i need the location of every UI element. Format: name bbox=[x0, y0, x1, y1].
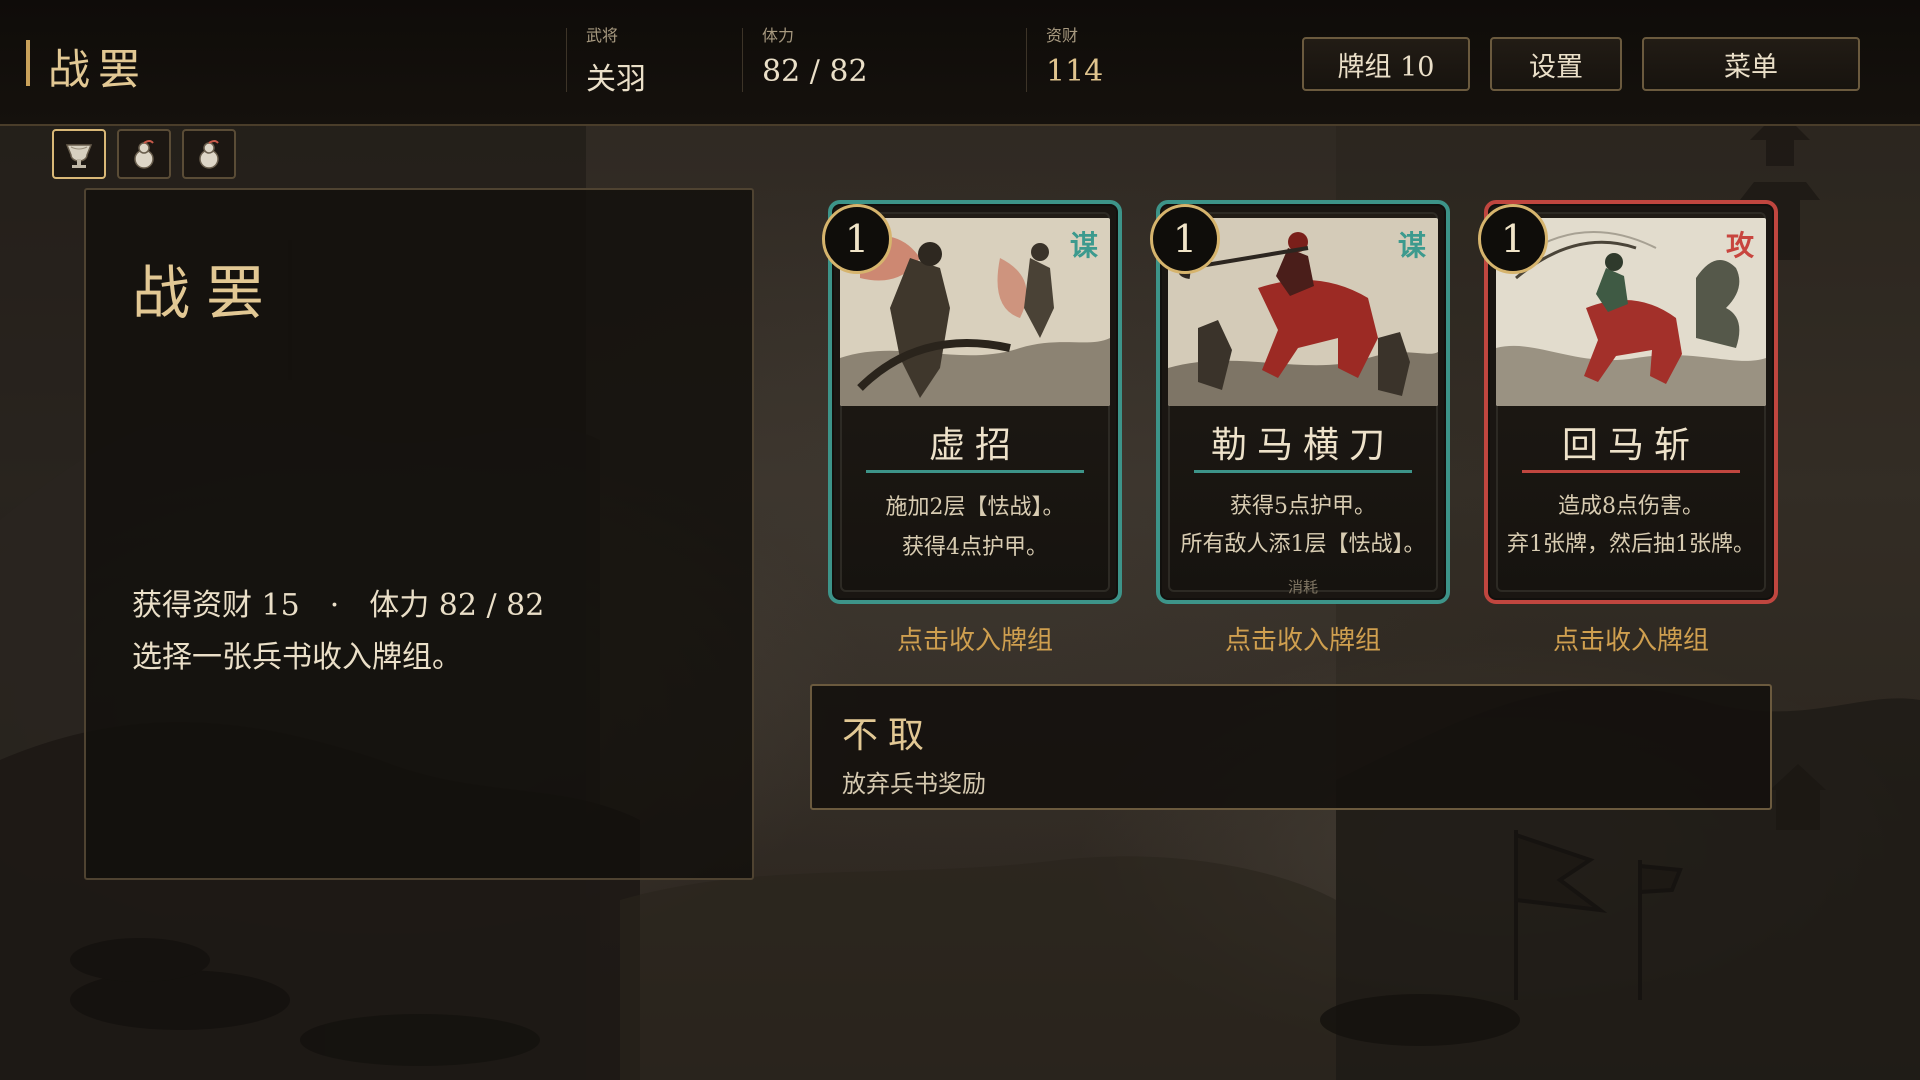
card-cost-badge: 1 bbox=[822, 204, 892, 274]
card-type-attack: 攻 bbox=[1725, 229, 1754, 262]
reward-hp: 体力 82 / 82 bbox=[369, 588, 545, 623]
stat-hp: 体力 82 / 82 bbox=[742, 22, 868, 92]
stat-gold-value: 114 bbox=[1046, 54, 1104, 89]
reward-card-1[interactable]: 谋 虚招 施加2层【怯战】。 获得4点护甲。 1 点击收入牌组 bbox=[822, 200, 1122, 657]
reward-summary: 获得资财 15 · 体力 82 / 82 bbox=[132, 580, 544, 624]
add-to-deck-link[interactable]: 点击收入牌组 bbox=[828, 620, 1122, 657]
stat-general: 武将 关羽 bbox=[566, 22, 646, 98]
battle-result-panel: 战罢 获得资财 15 · 体力 82 / 82 选择一张兵书收入牌组。 bbox=[84, 188, 754, 880]
add-to-deck-link[interactable]: 点击收入牌组 bbox=[1484, 620, 1778, 657]
card-desc-line-2: 所有敌人添1层【怯战】。 bbox=[1180, 532, 1426, 557]
skip-reward-button[interactable]: 不取 放弃兵书奖励 bbox=[810, 684, 1772, 810]
title-accent-bar bbox=[26, 40, 30, 86]
settings-button[interactable]: 设置 bbox=[1490, 37, 1622, 91]
card-divider bbox=[866, 470, 1084, 473]
medicine-gourd-icon bbox=[199, 140, 219, 169]
item-slot-2[interactable] bbox=[117, 129, 171, 179]
reward-gold: 获得资财 15 bbox=[132, 588, 300, 623]
card-exhaust-tag: 消耗 bbox=[1287, 578, 1318, 596]
choose-card-prompt: 选择一张兵书收入牌组。 bbox=[132, 640, 462, 675]
skip-subtitle: 放弃兵书奖励 bbox=[842, 770, 986, 798]
wine-cup-icon bbox=[65, 144, 93, 168]
stat-general-value: 关羽 bbox=[586, 62, 646, 97]
reward-separator: · bbox=[329, 588, 340, 623]
stat-hp-value: 82 / 82 bbox=[762, 54, 868, 89]
card-description: 造成8点伤害。 弃1张牌，然后抽1张牌。 bbox=[1498, 488, 1764, 564]
reward-card-2[interactable]: 谋 勒马横刀 获得5点护甲。 所有敌人添1层【怯战】。 消耗 1 点击收入牌组 bbox=[1150, 200, 1450, 657]
card-name: 勒马横刀 bbox=[1210, 425, 1395, 466]
deck-button[interactable]: 牌组 10 bbox=[1302, 37, 1470, 91]
card-desc-line-1: 获得5点护甲。 bbox=[1230, 494, 1376, 519]
card-divider bbox=[1522, 470, 1740, 473]
card-description: 获得5点护甲。 所有敌人添1层【怯战】。 bbox=[1170, 488, 1436, 564]
item-slot-1[interactable] bbox=[52, 129, 106, 179]
card-desc-line-1: 施加2层【怯战】。 bbox=[885, 495, 1065, 520]
card-divider bbox=[1194, 470, 1412, 473]
stat-hp-label: 体力 bbox=[762, 26, 795, 45]
stat-general-label: 武将 bbox=[586, 26, 619, 45]
skip-title: 不取 bbox=[842, 715, 935, 756]
card-type-strategy: 谋 bbox=[1069, 229, 1098, 262]
menu-button[interactable]: 菜单 bbox=[1642, 37, 1860, 91]
panel-title: 战罢 bbox=[132, 259, 281, 327]
card-desc-line-2: 获得4点护甲。 bbox=[902, 535, 1048, 560]
stat-gold: 资财 114 bbox=[1026, 22, 1104, 92]
card-name: 回马斩 bbox=[1561, 425, 1700, 466]
add-to-deck-link[interactable]: 点击收入牌组 bbox=[1156, 620, 1450, 657]
card-desc-line-1: 造成8点伤害。 bbox=[1558, 494, 1704, 519]
medicine-gourd-icon bbox=[134, 140, 154, 169]
item-slot-3[interactable] bbox=[182, 129, 236, 179]
stat-gold-label: 资财 bbox=[1046, 26, 1079, 45]
card-type-strategy: 谋 bbox=[1397, 229, 1426, 262]
card-cost-badge: 1 bbox=[1478, 204, 1548, 274]
top-bar: 战罢 武将 关羽 体力 82 / 82 资财 114 牌组 10 设置 菜单 bbox=[0, 0, 1920, 126]
card-cost-badge: 1 bbox=[1150, 204, 1220, 274]
reward-card-3[interactable]: 攻 回马斩 造成8点伤害。 弃1张牌，然后抽1张牌。 1 点击收入牌组 bbox=[1478, 200, 1778, 657]
card-name: 虚招 bbox=[928, 425, 1021, 466]
card-desc-line-2: 弃1张牌，然后抽1张牌。 bbox=[1507, 532, 1755, 557]
page-title: 战罢 bbox=[48, 45, 149, 94]
card-description: 施加2层【怯战】。 获得4点护甲。 bbox=[842, 488, 1108, 568]
